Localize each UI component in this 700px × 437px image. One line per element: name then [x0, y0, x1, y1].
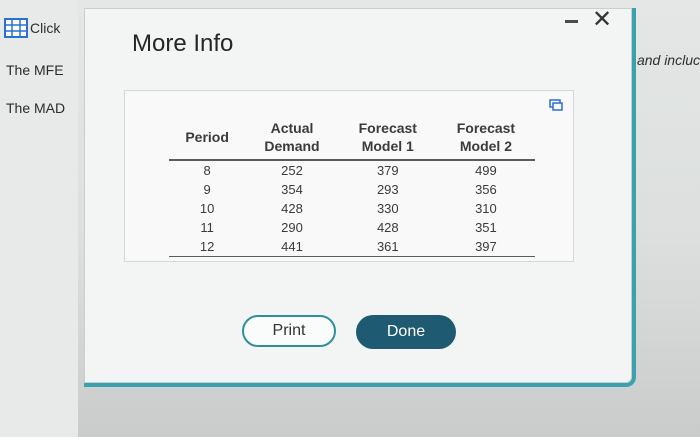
close-button[interactable]: ✕ [592, 8, 612, 32]
cell-forecast-model-1: 379 [376, 163, 399, 178]
cell-period: 8 [203, 163, 211, 178]
table-header-row: Period Actual Demand Forecast Model 1 Fore… [169, 117, 535, 161]
cell-forecast-model-1: 330 [376, 201, 399, 216]
table-grid-icon [4, 18, 28, 38]
click-label: Click [30, 20, 61, 36]
cell-actual-demand: 290 [281, 220, 303, 235]
table-row: 8 252 379 499 [169, 160, 535, 180]
header-period: Period [169, 117, 246, 161]
cell-forecast-model-2: 351 [475, 220, 497, 235]
dialog-title: More Info [132, 30, 234, 57]
copy-icon[interactable] [549, 99, 563, 111]
cell-forecast-model-2: 397 [436, 237, 535, 257]
cell-actual-demand: 252 [281, 163, 303, 178]
table-row: 12 441 361 397 [169, 237, 535, 257]
more-info-dialog: More Info ✕ Period Actual Demand Forecast… [84, 8, 636, 387]
header-forecast-model-1: Forecast Model 1 [338, 117, 437, 161]
cell-actual-demand: 354 [281, 182, 303, 197]
background-text-mad: The MAD [6, 100, 66, 116]
header-forecast-model-2: Forecast Model 2 [436, 117, 535, 161]
background-text-right: and incluc [636, 52, 700, 68]
forecast-table: Period Actual Demand Forecast Model 1 Fore… [169, 117, 535, 257]
header-actual-demand: Actual Demand [245, 117, 339, 161]
cell-period: 10 [199, 201, 215, 216]
cell-actual-demand: 428 [281, 201, 303, 216]
table-row: 10 428 330 310 [169, 199, 535, 218]
cell-period: 12 [169, 237, 246, 257]
table-row: 11 290 428 351 [169, 218, 535, 237]
minimize-button[interactable] [562, 12, 580, 30]
cell-period: 11 [200, 220, 214, 235]
cell-forecast-model-1: 428 [376, 220, 399, 235]
data-table-container: Period Actual Demand Forecast Model 1 Fore… [124, 90, 574, 262]
cell-forecast-model-2: 310 [475, 201, 497, 216]
cell-forecast-model-2: 356 [475, 182, 497, 197]
cell-forecast-model-1: 293 [376, 182, 399, 197]
minimize-icon [564, 19, 578, 23]
background-text-mfe: The MFE [6, 62, 64, 78]
cell-actual-demand: 441 [245, 237, 339, 257]
print-button[interactable]: Print [242, 315, 336, 347]
cell-forecast-model-1: 361 [338, 237, 437, 257]
click-link[interactable]: Click [4, 18, 60, 38]
table-row: 9 354 293 356 [169, 180, 535, 199]
close-icon: ✕ [592, 6, 613, 33]
cell-forecast-model-2: 499 [475, 163, 497, 178]
cell-period: 9 [203, 182, 211, 197]
background-left-panel: Click The MFE The MAD [0, 0, 78, 437]
done-button[interactable]: Done [356, 315, 456, 349]
